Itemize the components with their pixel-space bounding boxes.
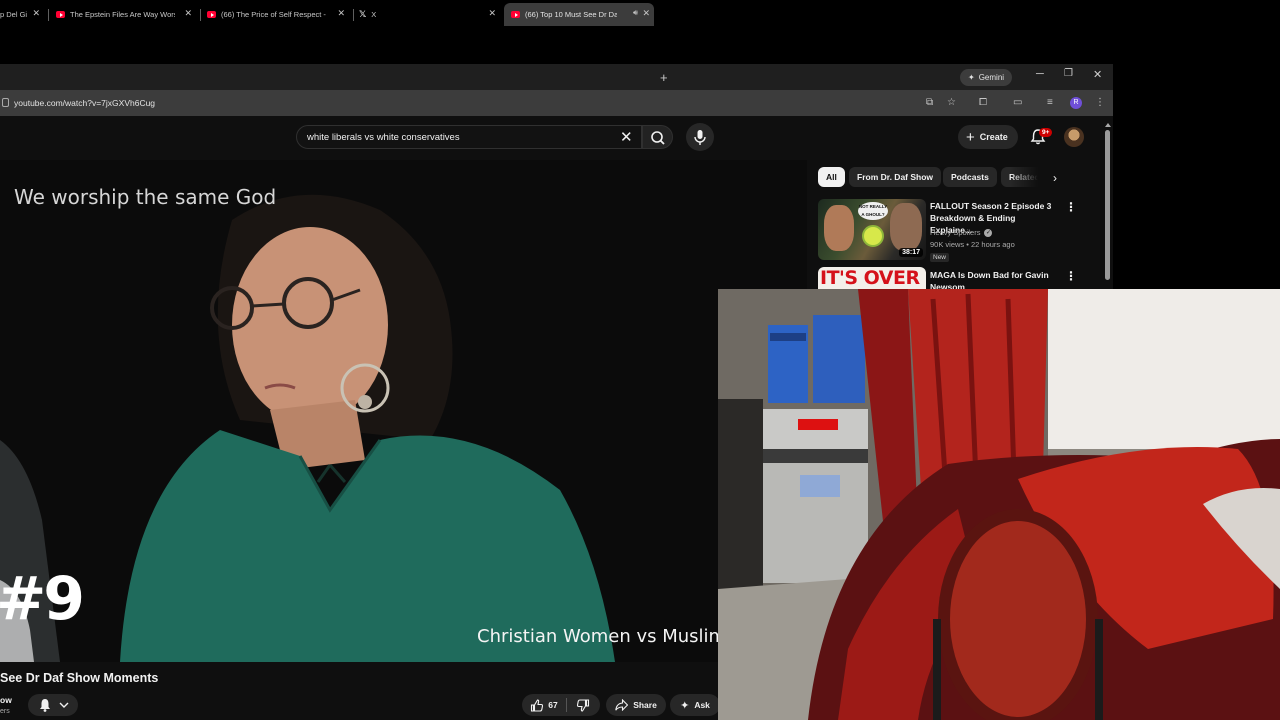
- tab-4[interactable]: 𝕏 X ✕: [359, 3, 500, 26]
- close-icon[interactable]: ✕: [337, 8, 345, 19]
- channel-subscriber-count: ers: [0, 708, 10, 715]
- extensions-icon[interactable]: ⧠: [979, 97, 987, 108]
- recommendation-thumbnail[interactable]: NOT REALLY A GHOUL? 38:17: [818, 199, 926, 260]
- voice-search-button[interactable]: [686, 123, 714, 151]
- youtube-icon: [207, 11, 216, 18]
- clear-search-icon[interactable]: ✕: [620, 128, 633, 146]
- chip-all[interactable]: All: [818, 167, 845, 187]
- search-box[interactable]: [296, 125, 642, 149]
- url-text[interactable]: youtube.com/watch?v=7jxGXVh6Cug: [14, 98, 155, 108]
- recommendation-meta: 90K views • 22 hours ago: [930, 240, 1015, 249]
- close-icon[interactable]: ✕: [642, 8, 650, 19]
- chip-from-channel[interactable]: From Dr. Daf Show: [849, 167, 942, 187]
- youtube-icon: [56, 11, 65, 18]
- media-controls-icon[interactable]: ≡: [1047, 97, 1053, 108]
- thumbs-up-icon: [531, 698, 544, 712]
- speaker-icon[interactable]: 🔊︎: [633, 8, 638, 18]
- gemini-label: Gemini: [978, 73, 1005, 82]
- create-label: Create: [979, 132, 1008, 142]
- bell-icon: [40, 699, 69, 712]
- tab-5-active[interactable]: (66) Top 10 Must See Dr Da 🔊︎ ✕: [504, 3, 654, 26]
- chip-podcasts[interactable]: Podcasts: [943, 167, 997, 187]
- video-frame: [0, 160, 807, 662]
- new-tab-button[interactable]: +: [660, 70, 668, 85]
- tab-title: (66) The Price of Self Respect -: [221, 10, 326, 19]
- share-button[interactable]: Share: [606, 694, 666, 716]
- sidepanel-icon[interactable]: ▭: [1013, 97, 1022, 108]
- ask-button[interactable]: ✦ Ask: [670, 694, 720, 716]
- search-button[interactable]: [642, 125, 673, 149]
- tab-3[interactable]: (66) The Price of Self Respect - ✕: [207, 3, 349, 26]
- share-arrow-icon: [615, 699, 629, 711]
- tab-separator: [353, 9, 354, 21]
- thumbs-down-icon: [577, 698, 590, 712]
- notification-count-badge: 9+: [1039, 128, 1053, 137]
- profile-avatar[interactable]: R: [1070, 97, 1082, 109]
- more-options-icon[interactable]: ⋮: [1065, 200, 1077, 214]
- create-button[interactable]: + Create: [958, 125, 1018, 149]
- tab-2[interactable]: The Epstein Files Are Way Wors ✕: [56, 3, 196, 26]
- recommendation-thumbnail[interactable]: IT'S OVER: [818, 267, 926, 289]
- search-icon: [651, 131, 665, 145]
- thumbnail-badge: [862, 225, 884, 247]
- browser-menu-icon[interactable]: ⋮: [1095, 97, 1105, 108]
- tab-title: (66) Top 10 Must See Dr Da: [525, 10, 617, 19]
- video-player[interactable]: [0, 160, 807, 662]
- chip-fade: [1010, 165, 1050, 189]
- video-rank-label: #9: [0, 564, 85, 634]
- video-duration: 38:17: [899, 248, 923, 257]
- dislike-button[interactable]: [567, 698, 600, 712]
- tab-strip: [0, 64, 1113, 90]
- microphone-icon: [694, 130, 706, 145]
- thumbnail-text: NOT REALLY A GHOUL?: [858, 202, 888, 220]
- youtube-icon: [511, 11, 520, 18]
- video-caption: Christian Women vs Muslim: [477, 626, 727, 647]
- x-logo-icon: 𝕏: [359, 9, 367, 19]
- sparkle-icon: ✦: [680, 699, 690, 712]
- more-options-icon[interactable]: ⋮: [1065, 269, 1077, 283]
- recommendation-title[interactable]: MAGA Is Down Bad for Gavin Newsom: [930, 269, 1058, 289]
- like-button[interactable]: 67: [522, 698, 566, 712]
- chevron-right-icon[interactable]: ›: [1053, 171, 1057, 185]
- search-input[interactable]: [307, 130, 607, 145]
- subscription-notifications-button[interactable]: [28, 694, 78, 716]
- like-dislike-group: 67: [522, 694, 600, 716]
- close-icon[interactable]: ✕: [184, 8, 192, 19]
- video-title: See Dr Daf Show Moments: [0, 671, 159, 685]
- account-avatar[interactable]: [1064, 127, 1084, 147]
- recommendation-channel-name: Heavy Spoilers: [930, 228, 981, 237]
- restore-icon[interactable]: ❐: [1064, 68, 1073, 79]
- like-count: 67: [548, 700, 558, 710]
- channel-name[interactable]: ow: [0, 695, 12, 705]
- bookmark-star-icon[interactable]: ☆: [947, 97, 956, 108]
- ask-label: Ask: [694, 700, 710, 710]
- recommendation-channel[interactable]: Heavy Spoilers ✓: [930, 228, 993, 237]
- tab-separator: [200, 9, 201, 21]
- new-badge: New: [930, 253, 950, 262]
- gemini-button[interactable]: ✦ Gemini: [960, 69, 1013, 86]
- scrollbar-thumb[interactable]: [1105, 130, 1110, 280]
- close-icon[interactable]: ✕: [32, 8, 40, 19]
- close-icon[interactable]: ✕: [488, 8, 496, 19]
- sparkle-icon: ✦: [968, 73, 975, 82]
- verified-check-icon: ✓: [984, 228, 993, 237]
- share-label: Share: [633, 700, 657, 710]
- scroll-up-arrow-icon[interactable]: [1105, 123, 1111, 127]
- video-overlay-text: We worship the same God: [14, 185, 277, 209]
- window-close-icon[interactable]: ✕: [1093, 68, 1102, 81]
- plus-icon: +: [966, 128, 975, 146]
- thumbnail-text: IT'S OVER: [820, 267, 920, 289]
- tab-separator: [48, 9, 49, 21]
- tab-1[interactable]: p Del Gi ✕: [0, 3, 44, 26]
- cast-icon[interactable]: ⧉: [926, 97, 933, 108]
- tab-title: X: [371, 10, 377, 19]
- thumbnail-figure: [890, 203, 922, 251]
- tab-title: p Del Gi: [0, 10, 28, 19]
- webcam-overlay: [718, 289, 1280, 720]
- site-info-icon[interactable]: [2, 98, 9, 107]
- tab-title: The Epstein Files Are Way Wors: [70, 10, 175, 19]
- minimize-icon[interactable]: ─: [1036, 68, 1044, 80]
- webcam-feed: [718, 289, 1280, 720]
- thumbnail-figure: [824, 205, 854, 251]
